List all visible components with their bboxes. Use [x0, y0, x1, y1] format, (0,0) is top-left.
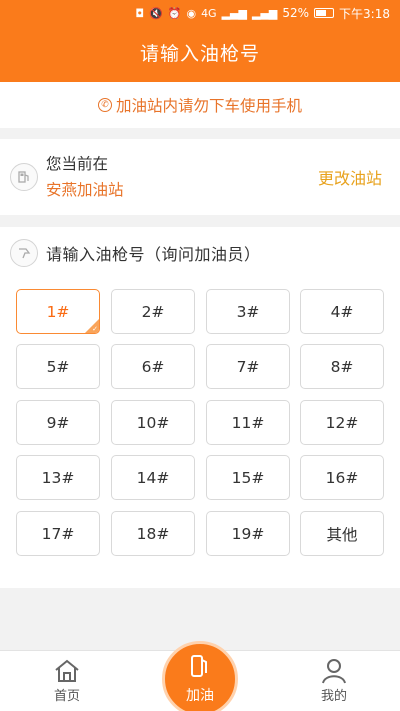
- nozzle-button[interactable]: 3#: [206, 289, 290, 334]
- fuel-nozzle-icon: [10, 239, 38, 267]
- nozzle-button[interactable]: 16#: [300, 455, 384, 500]
- gas-station-icon: [10, 163, 38, 191]
- nozzle-button[interactable]: 7#: [206, 344, 290, 389]
- nozzle-button[interactable]: 14#: [111, 455, 195, 500]
- nozzle-panel-title: 请输入油枪号（询问加油员）: [46, 245, 261, 264]
- station-name: 安燕加油站: [46, 181, 124, 199]
- mute-icon: 🔇: [149, 6, 163, 20]
- nozzle-button[interactable]: 17#: [16, 511, 100, 556]
- home-icon: [27, 657, 107, 685]
- nozzle-button[interactable]: 6#: [111, 344, 195, 389]
- user-icon: [294, 657, 374, 685]
- nozzle-button[interactable]: 8#: [300, 344, 384, 389]
- nozzle-panel: 请输入油枪号（询问加油员） 1# ✓ 2# 3# 4# 5# 6# 7# 8# 9# 10# 11# 1…: [0, 227, 400, 588]
- nozzle-button[interactable]: 11#: [206, 400, 290, 445]
- nozzle-button[interactable]: 19#: [206, 511, 290, 556]
- nfc-icon: ◘: [135, 6, 145, 20]
- nozzle-button[interactable]: 10#: [111, 400, 195, 445]
- status-bar: ◘ 🔇 ⏰ ◉ 4G ▂▄▆ ▂▄▆ 52% 下午3:18: [0, 0, 400, 26]
- phone-icon: ✆: [97, 98, 112, 112]
- nav-me[interactable]: 我的: [294, 657, 374, 704]
- nozzle-button[interactable]: 13#: [16, 455, 100, 500]
- nozzle-button[interactable]: 1# ✓: [16, 289, 100, 334]
- clock: 下午3:18: [339, 6, 390, 21]
- alarm-icon: ⏰: [167, 6, 182, 20]
- safety-notice: ✆ 加油站内请勿下车使用手机: [0, 82, 400, 128]
- nav-refuel-label: 加油: [186, 688, 214, 704]
- app-header: ◘ 🔇 ⏰ ◉ 4G ▂▄▆ ▂▄▆ 52% 下午3:18 请输入油枪号: [0, 0, 400, 82]
- nozzle-button[interactable]: 18#: [111, 511, 195, 556]
- nav-home[interactable]: 首页: [27, 657, 107, 704]
- network-type: 4G: [201, 6, 217, 20]
- nozzle-button[interactable]: 5#: [16, 344, 100, 389]
- battery-percent: 52%: [282, 6, 310, 20]
- station-label: 您当前在: [46, 155, 109, 173]
- nav-me-label: 我的: [320, 689, 347, 704]
- signal-icon-2: ▂▄▆: [251, 6, 278, 20]
- fuel-pump-icon: [187, 653, 213, 685]
- nav-refuel-button[interactable]: 加油: [162, 641, 238, 711]
- change-station-button[interactable]: 更改油站: [318, 165, 382, 189]
- nozzle-button[interactable]: 12#: [300, 400, 384, 445]
- station-card: 您当前在 安燕加油站 更改油站: [0, 139, 400, 215]
- page-title: 请输入油枪号: [139, 43, 260, 65]
- eye-icon: ◉: [186, 6, 197, 20]
- nozzle-button[interactable]: 4#: [300, 289, 384, 334]
- nav-home-label: 首页: [53, 689, 80, 704]
- battery-icon: [314, 8, 335, 18]
- nozzle-button[interactable]: 9#: [16, 400, 100, 445]
- notice-text: 加油站内请勿下车使用手机: [115, 97, 302, 115]
- bottom-nav: 首页 加油 我的: [0, 641, 400, 711]
- nozzle-button[interactable]: 15#: [206, 455, 290, 500]
- nozzle-button[interactable]: 2#: [111, 289, 195, 334]
- check-icon: ✓: [92, 325, 98, 333]
- signal-icon: ▂▄▆: [221, 6, 247, 20]
- nozzle-button[interactable]: 其他: [300, 511, 384, 556]
